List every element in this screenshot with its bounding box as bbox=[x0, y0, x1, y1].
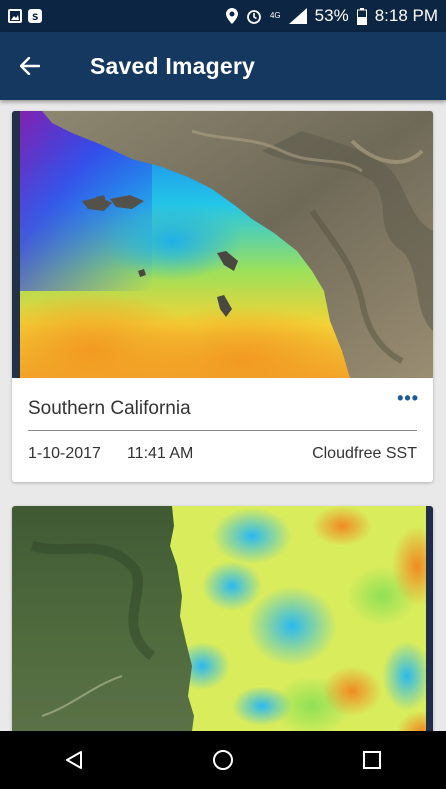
saved-imagery-card[interactable]: Southern California ••• 1-10-2017 11:41 … bbox=[12, 111, 433, 482]
item-product: Cloudfree SST bbox=[312, 445, 417, 462]
arrow-left-icon bbox=[20, 57, 40, 75]
saved-imagery-card[interactable] bbox=[12, 506, 433, 746]
nav-home-button[interactable] bbox=[183, 731, 263, 789]
location-icon bbox=[225, 8, 238, 24]
item-title: Southern California bbox=[28, 398, 191, 419]
network-type-icon: 4G bbox=[269, 11, 281, 20]
image-notification-icon bbox=[8, 9, 22, 23]
clock: 8:18 PM bbox=[374, 6, 438, 25]
notification-icons: S bbox=[8, 9, 42, 23]
sst-map-thumbnail[interactable] bbox=[12, 111, 433, 378]
status-bar: S 4G 53% 8:18 PM bbox=[0, 0, 446, 32]
nav-recents-button[interactable] bbox=[332, 731, 412, 789]
divider bbox=[28, 430, 417, 431]
page-title: Saved Imagery bbox=[90, 52, 255, 79]
app-bar: Saved Imagery bbox=[0, 32, 446, 100]
home-circle-icon bbox=[212, 750, 233, 770]
svg-text:S: S bbox=[32, 13, 38, 21]
item-date: 1-10-2017 bbox=[28, 445, 101, 462]
shazam-notification-icon: S bbox=[28, 9, 42, 23]
recents-square-icon bbox=[362, 751, 381, 769]
signal-icon bbox=[288, 8, 307, 24]
sst-map-thumbnail[interactable] bbox=[12, 506, 433, 746]
battery-percent: 53% bbox=[314, 6, 349, 25]
alarm-icon bbox=[246, 8, 262, 24]
battery-icon bbox=[356, 7, 367, 25]
nav-back-button[interactable] bbox=[34, 731, 114, 789]
back-triangle-icon bbox=[66, 751, 83, 769]
system-nav-bar bbox=[0, 731, 446, 789]
back-button[interactable] bbox=[0, 32, 60, 100]
item-time: 11:41 AM bbox=[126, 445, 194, 462]
more-options-icon[interactable]: ••• bbox=[397, 388, 419, 409]
